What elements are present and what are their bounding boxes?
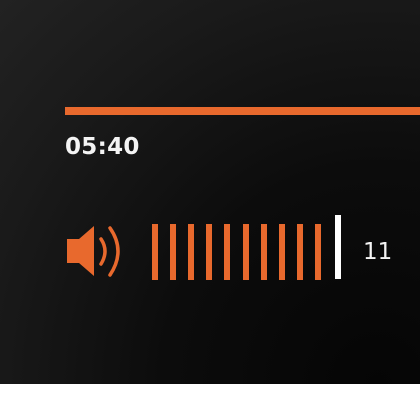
volume-segment	[170, 224, 177, 280]
speaker-icon[interactable]	[64, 220, 130, 286]
volume-segment	[242, 224, 249, 280]
volume-segment	[152, 224, 158, 280]
volume-segment	[224, 224, 231, 280]
volume-level-bars[interactable]	[152, 224, 352, 280]
volume-slider-handle[interactable]	[335, 215, 341, 279]
media-player: 05:40 11	[0, 0, 420, 384]
volume-segment	[260, 224, 267, 280]
volume-segment	[314, 224, 321, 280]
volume-segment	[278, 224, 285, 280]
volume-value: 11	[363, 239, 393, 265]
volume-segment	[188, 224, 195, 280]
volume-segment	[296, 224, 303, 280]
volume-control: 11	[0, 0, 420, 384]
volume-segment	[206, 224, 213, 280]
